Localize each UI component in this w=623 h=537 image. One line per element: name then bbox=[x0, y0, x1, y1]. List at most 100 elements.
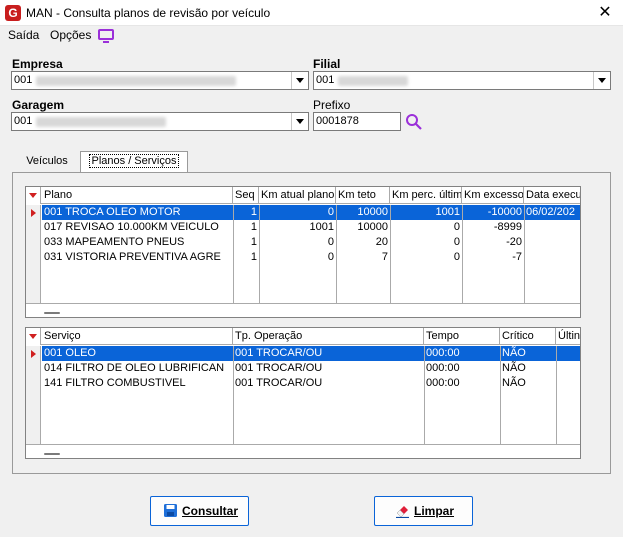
table-cell: 10000 bbox=[357, 206, 388, 218]
grid-line bbox=[259, 205, 260, 303]
menu-opcoes[interactable]: Opções bbox=[50, 28, 91, 42]
garagem-value: 001 bbox=[14, 115, 33, 127]
empresa-label: Empresa bbox=[12, 57, 63, 71]
table-cell: 000:00 bbox=[426, 347, 460, 359]
col-seq[interactable]: Seq bbox=[233, 187, 259, 204]
chevron-down-icon[interactable] bbox=[291, 113, 308, 130]
grid-line bbox=[556, 346, 557, 444]
table-cell: NÃO bbox=[502, 347, 526, 359]
table-cell: 1 bbox=[250, 221, 257, 233]
chevron-down-icon[interactable] bbox=[593, 72, 610, 89]
col-data-execucao[interactable]: Data execu bbox=[524, 187, 580, 204]
table-cell: 0 bbox=[327, 206, 334, 218]
filial-select[interactable]: 001 bbox=[313, 71, 611, 90]
menu-saida[interactable]: Saída bbox=[8, 28, 39, 42]
vertical-scrollbar[interactable] bbox=[580, 346, 581, 444]
table-row[interactable]: 033 MAPEAMENTO PNEUS 1 0 20 0 -20 bbox=[42, 235, 580, 250]
table-cell: 014 FILTRO DE OLEO LUBRIFICAN bbox=[44, 362, 225, 374]
planos-grid[interactable]: Plano Seq Km atual plano Km teto Km perc… bbox=[25, 186, 581, 318]
chevron-down-icon[interactable] bbox=[291, 72, 308, 89]
col-km-teto[interactable]: Km teto bbox=[336, 187, 390, 204]
col-km-excesso[interactable]: Km excesso bbox=[462, 187, 524, 204]
col-ultima[interactable]: Últin bbox=[556, 328, 580, 345]
grid-line bbox=[524, 205, 525, 303]
table-cell: -20 bbox=[506, 236, 522, 248]
col-plano[interactable]: Plano bbox=[42, 187, 233, 204]
consultar-label: Consultar bbox=[182, 504, 239, 518]
col-servico[interactable]: Serviço bbox=[42, 328, 233, 345]
monitor-icon[interactable] bbox=[98, 29, 114, 43]
table-cell: 0 bbox=[327, 236, 334, 248]
grid-line bbox=[233, 346, 234, 444]
table-cell bbox=[556, 361, 580, 376]
row-indicator-column bbox=[26, 205, 41, 303]
menu-bar: Saída Opções bbox=[0, 26, 623, 46]
grid-line bbox=[390, 205, 391, 303]
table-cell bbox=[524, 220, 580, 235]
table-cell: 001 TROCAR/OU bbox=[235, 377, 323, 389]
empresa-select[interactable]: 001 bbox=[11, 71, 309, 90]
horizontal-scrollbar-thumb[interactable] bbox=[44, 312, 60, 314]
empresa-value: 001 bbox=[14, 74, 33, 86]
limpar-button[interactable]: Limpar bbox=[374, 496, 473, 526]
table-cell: 1001 bbox=[309, 221, 334, 233]
table-cell bbox=[524, 250, 580, 265]
row-indicator-column bbox=[26, 346, 41, 444]
table-cell: 001 OLEO bbox=[44, 347, 96, 359]
table-cell: 033 MAPEAMENTO PNEUS bbox=[44, 236, 185, 248]
col-tp-operacao[interactable]: Tp. Operação bbox=[233, 328, 424, 345]
tab-veiculos[interactable]: Veículos bbox=[18, 152, 76, 172]
sort-arrow-icon[interactable] bbox=[26, 328, 41, 345]
eraser-icon bbox=[396, 506, 409, 518]
table-cell: 017 REVISAO 10.000KM VEICULO bbox=[44, 221, 219, 233]
sort-arrow-icon[interactable] bbox=[26, 187, 41, 204]
window-title: MAN - Consulta planos de revisão por veí… bbox=[26, 6, 271, 20]
save-disk-icon bbox=[164, 504, 177, 517]
title-bar: G MAN - Consulta planos de revisão por v… bbox=[0, 0, 623, 26]
app-logo-icon: G bbox=[5, 5, 21, 21]
table-cell: -7 bbox=[512, 251, 522, 263]
grid-line bbox=[26, 303, 580, 304]
table-row[interactable]: 001 TROCA OLEO MOTOR 1 0 10000 1001 -10000 06/… bbox=[42, 205, 580, 220]
garagem-select[interactable]: 001 bbox=[11, 112, 309, 131]
redacted-text bbox=[36, 117, 166, 127]
table-cell: 1 bbox=[250, 251, 257, 263]
limpar-label: Limpar bbox=[414, 504, 455, 518]
table-cell: 000:00 bbox=[426, 377, 460, 389]
table-row[interactable]: 031 VISTORIA PREVENTIVA AGRE 1 0 7 0 -7 bbox=[42, 250, 580, 265]
grid-line bbox=[26, 444, 580, 445]
consultar-button[interactable]: Consultar bbox=[150, 496, 249, 526]
table-cell: 141 FILTRO COMBUSTIVEL bbox=[44, 377, 186, 389]
prefixo-input[interactable]: 0001878 bbox=[313, 112, 401, 131]
col-critico[interactable]: Crítico bbox=[500, 328, 556, 345]
search-icon[interactable] bbox=[405, 113, 423, 131]
col-tempo[interactable]: Tempo bbox=[424, 328, 500, 345]
tab-planos-servicos[interactable]: Planos / Serviços bbox=[80, 151, 188, 172]
table-cell: 06/02/202 bbox=[526, 206, 575, 218]
table-cell: 10000 bbox=[357, 221, 388, 233]
prefixo-label: Prefixo bbox=[313, 98, 351, 112]
redacted-text bbox=[338, 76, 408, 86]
table-cell: -10000 bbox=[487, 206, 522, 218]
grid-line bbox=[424, 346, 425, 444]
close-button[interactable]: ✕ bbox=[595, 3, 615, 23]
grid-line bbox=[336, 205, 337, 303]
servicos-grid[interactable]: Serviço Tp. Operação Tempo Crítico Últin… bbox=[25, 327, 581, 459]
redacted-text bbox=[36, 76, 236, 86]
horizontal-scrollbar-thumb[interactable] bbox=[44, 453, 60, 455]
vertical-scrollbar[interactable] bbox=[580, 205, 581, 303]
table-cell bbox=[556, 376, 580, 391]
col-km-atual[interactable]: Km atual plano bbox=[259, 187, 336, 204]
table-cell: 001 TROCA OLEO MOTOR bbox=[44, 206, 181, 218]
table-cell: 1001 bbox=[435, 206, 460, 218]
filial-label: Filial bbox=[313, 57, 341, 71]
table-row[interactable]: 017 REVISAO 10.000KM VEICULO 1 1001 10000 0 -… bbox=[42, 220, 580, 235]
servicos-header: Serviço Tp. Operação Tempo Crítico Últin bbox=[26, 328, 580, 345]
grid-line bbox=[233, 205, 234, 303]
table-cell: 0 bbox=[453, 221, 460, 233]
table-cell: 001 TROCAR/OU bbox=[235, 347, 323, 359]
table-cell: 0 bbox=[453, 251, 460, 263]
tab-planos-servicos-label: Planos / Serviços bbox=[88, 154, 180, 168]
table-cell: 7 bbox=[381, 251, 388, 263]
col-km-perc[interactable]: Km perc. últim bbox=[390, 187, 462, 204]
